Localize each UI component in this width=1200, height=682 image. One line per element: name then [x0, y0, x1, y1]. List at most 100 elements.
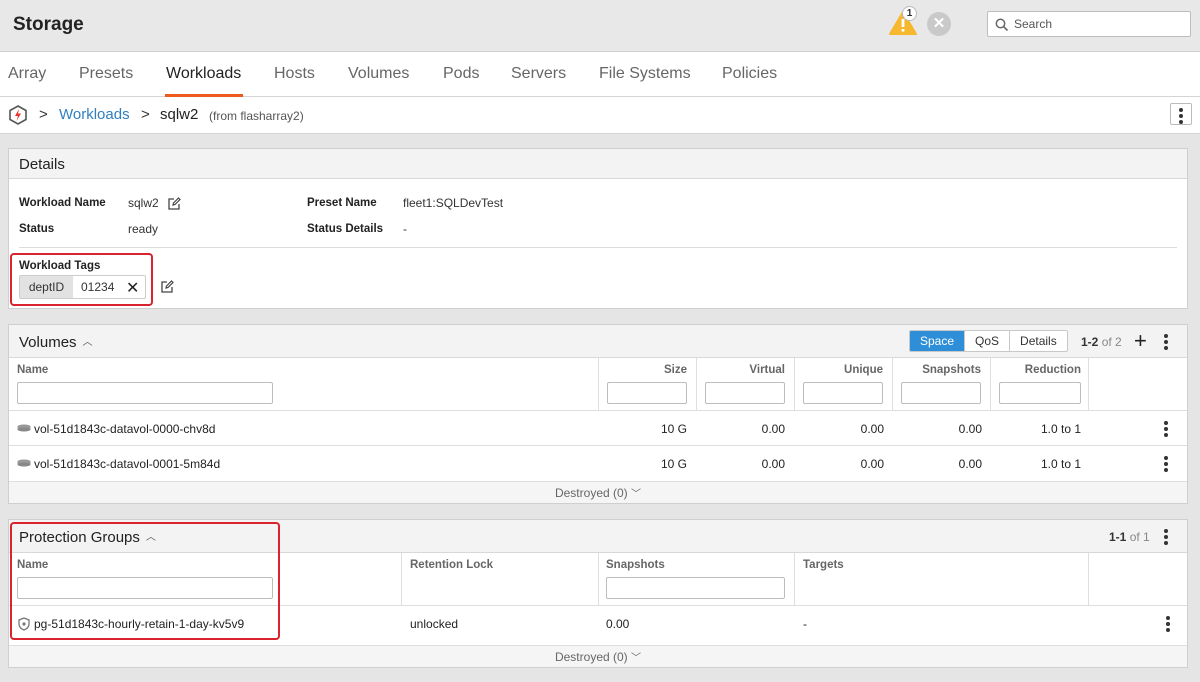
- status-details-value: -: [403, 222, 407, 236]
- pg-name-filter-input[interactable]: [17, 577, 273, 599]
- tab-presets[interactable]: Presets: [79, 65, 133, 83]
- volume-reduction: 1.0 to 1: [1040, 457, 1081, 471]
- search-field[interactable]: [987, 11, 1191, 37]
- volumes-pager-total: of 2: [1101, 335, 1122, 349]
- unique-filter-input[interactable]: [803, 382, 883, 404]
- volume-snapshots: 0.00: [958, 422, 982, 436]
- protection-groups-panel: Protection Groups ︿ 1-1 of 1 Name Retenti…: [8, 519, 1188, 668]
- details-header: Details: [9, 149, 1187, 179]
- size-filter-input[interactable]: [607, 382, 687, 404]
- breadcrumb-current: sqlw2: [160, 106, 199, 123]
- volumes-pager: 1-2 of 2: [1081, 335, 1122, 349]
- shield-icon: [18, 617, 30, 631]
- destroyed-pgs-toggle[interactable]: Destroyed (0) ﹀: [9, 645, 1187, 667]
- virtual-filter-input[interactable]: [705, 382, 785, 404]
- volumes-menu-icon[interactable]: [1164, 334, 1168, 352]
- col-snapshots: Snapshots: [922, 364, 981, 376]
- row-actions-icon[interactable]: [1164, 421, 1168, 439]
- destroyed-label: Destroyed (0): [554, 486, 628, 500]
- view-qos-button[interactable]: QoS: [965, 331, 1011, 351]
- volumes-title-text: Volumes: [19, 334, 77, 351]
- tab-volumes[interactable]: Volumes: [348, 65, 409, 83]
- pg-retention-lock: unlocked: [410, 617, 459, 631]
- status-details-label: Status Details: [307, 223, 384, 235]
- details-panel: Details Workload Name sqlw2 Preset Name …: [8, 148, 1188, 309]
- preset-name-label: Preset Name: [307, 197, 377, 209]
- volume-virtual: 0.00: [761, 457, 785, 471]
- divider: [19, 247, 1177, 248]
- alert-count-badge: 1: [902, 6, 917, 21]
- row-actions-icon[interactable]: [1164, 456, 1168, 474]
- volumes-pager-range: 1-2: [1081, 335, 1099, 349]
- search-input[interactable]: [1014, 15, 1184, 33]
- volumes-title[interactable]: Volumes ︿: [19, 333, 93, 351]
- volume-name-link[interactable]: vol-51d1843c-datavol-0000-chv8d: [34, 422, 215, 436]
- preset-name-value: fleet1:SQLDevTest: [403, 196, 504, 210]
- pg-pager-range: 1-1: [1109, 530, 1127, 544]
- col-retention-lock: Retention Lock: [410, 559, 494, 571]
- snapshots-filter-input[interactable]: [901, 382, 981, 404]
- volumes-header: Volumes ︿ Space QoS Details 1-2 of 2 +: [9, 325, 1187, 358]
- protection-groups-title[interactable]: Protection Groups ︿: [19, 528, 156, 546]
- pg-pager: 1-1 of 1: [1109, 530, 1150, 544]
- pg-menu-icon[interactable]: [1164, 529, 1168, 547]
- close-icon[interactable]: ✕: [927, 12, 951, 36]
- edit-tags-icon[interactable]: [160, 280, 174, 294]
- volume-size: 10 G: [660, 422, 687, 436]
- view-space-button[interactable]: Space: [910, 331, 966, 351]
- tab-pods[interactable]: Pods: [443, 65, 479, 83]
- top-bar: Storage 1 ✕: [0, 0, 1200, 52]
- view-details-button[interactable]: Details: [1010, 331, 1067, 351]
- workload-tags-label: Workload Tags: [19, 260, 101, 272]
- breadcrumb-source: (from flasharray2): [209, 109, 304, 123]
- col-snapshots: Snapshots: [606, 559, 665, 571]
- remove-tag-icon[interactable]: ✕: [126, 278, 139, 298]
- page-actions-button[interactable]: [1170, 103, 1192, 125]
- pg-snapshots-filter-input[interactable]: [606, 577, 785, 599]
- volume-icon: [17, 459, 31, 467]
- col-reduction: Reduction: [1024, 364, 1081, 376]
- volume-view-toggle: Space QoS Details: [909, 330, 1068, 352]
- search-icon: [995, 18, 1009, 32]
- edit-workload-name-icon[interactable]: [167, 197, 181, 211]
- col-unique: Unique: [844, 364, 883, 376]
- row-actions-icon[interactable]: [1166, 616, 1170, 634]
- workload-name-label: Workload Name: [19, 197, 106, 209]
- kebab-icon: [1179, 108, 1183, 126]
- workload-name-value: sqlw2: [128, 196, 159, 210]
- tab-hosts[interactable]: Hosts: [274, 65, 315, 83]
- volume-snapshots: 0.00: [958, 457, 982, 471]
- volume-virtual: 0.00: [761, 422, 785, 436]
- tab-servers[interactable]: Servers: [511, 65, 566, 83]
- breadcrumb-workloads-link[interactable]: Workloads: [59, 106, 130, 123]
- status-label: Status: [19, 223, 55, 235]
- name-filter-input[interactable]: [17, 382, 273, 404]
- pg-snapshots: 0.00: [606, 617, 630, 631]
- pg-name-link[interactable]: pg-51d1843c-hourly-retain-1-day-kv5v9: [34, 617, 244, 631]
- chevron-down-icon: ﹀: [631, 489, 642, 500]
- col-targets: Targets: [803, 559, 844, 571]
- volumes-panel: Volumes ︿ Space QoS Details 1-2 of 2 + Na…: [8, 324, 1188, 504]
- volume-unique: 0.00: [860, 457, 884, 471]
- col-name: Name: [17, 559, 49, 571]
- tab-policies[interactable]: Policies: [722, 65, 777, 83]
- chevron-up-icon: ︿: [82, 337, 93, 348]
- tab-array[interactable]: Array: [8, 65, 46, 83]
- reduction-filter-input[interactable]: [999, 382, 1081, 404]
- col-virtual: Virtual: [749, 364, 785, 376]
- add-volume-icon[interactable]: +: [1134, 330, 1147, 352]
- breadcrumb: > Workloads > sqlw2 (from flasharray2): [0, 97, 1200, 134]
- tab-file-systems[interactable]: File Systems: [599, 65, 691, 83]
- tab-workloads[interactable]: Workloads: [166, 65, 241, 83]
- workload-tag-chip: deptID 01234 ✕: [19, 275, 146, 299]
- destroyed-label: Destroyed (0): [554, 650, 628, 664]
- app-title: Storage: [13, 14, 84, 35]
- alerts-button[interactable]: 1: [889, 6, 919, 38]
- chevron-up-icon: ︿: [145, 532, 156, 543]
- status-value: ready: [128, 222, 159, 236]
- volume-reduction: 1.0 to 1: [1040, 422, 1081, 436]
- main-tabs: Array Presets Workloads Hosts Volumes Po…: [0, 52, 1200, 97]
- volume-name-link[interactable]: vol-51d1843c-datavol-0001-5m84d: [34, 457, 220, 471]
- destroyed-volumes-toggle[interactable]: Destroyed (0) ﹀: [9, 481, 1187, 503]
- protection-groups-title-text: Protection Groups: [19, 529, 140, 546]
